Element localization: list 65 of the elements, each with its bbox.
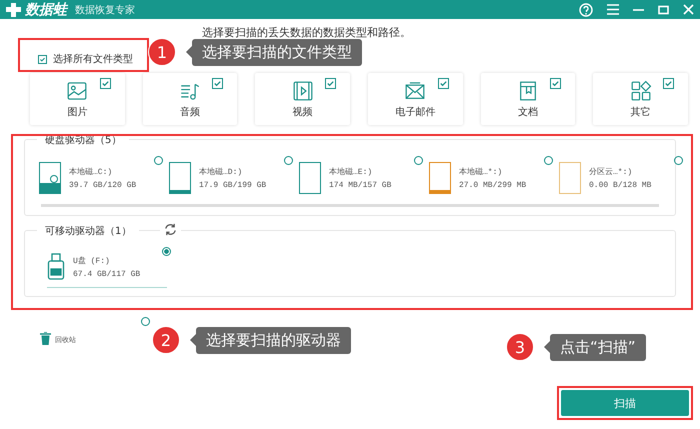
drive-size: 17.9 GB/199 GB <box>199 181 266 190</box>
system-badge-icon <box>50 175 58 184</box>
file-type-card[interactable]: 其它 <box>593 73 688 125</box>
step-number-badge: 2 <box>152 326 180 354</box>
file-type-label: 图片 <box>67 106 88 118</box>
radio-button[interactable] <box>674 156 683 165</box>
checkbox[interactable] <box>438 78 449 89</box>
image-icon <box>66 80 88 102</box>
file-type-card[interactable]: 文档 <box>480 73 576 125</box>
radio-button[interactable] <box>544 156 553 165</box>
drive-size: 0.00 B/128 MB <box>589 181 652 190</box>
callout-pointer <box>190 334 196 346</box>
checkbox[interactable] <box>550 78 562 89</box>
instruction-text: 选择要扫描的丢失数据的数据类型和路径。 <box>201 26 412 41</box>
group-title: 可移动驱动器（1） <box>37 224 140 238</box>
radio-button[interactable] <box>284 156 293 165</box>
other-icon <box>630 80 652 102</box>
checkbox[interactable] <box>100 78 111 89</box>
video-icon <box>292 80 314 102</box>
file-type-card[interactable]: 音频 <box>142 73 238 125</box>
radio-button[interactable] <box>162 247 171 256</box>
drive-name: 本地磁…E:) <box>329 166 374 177</box>
drive-name: 本地磁…D:) <box>199 166 244 177</box>
step-number-badge: 1 <box>148 38 176 66</box>
file-type-label: 其它 <box>630 106 651 118</box>
app-name: 数据蛙 <box>25 0 67 18</box>
drive-name: 分区云…*:) <box>589 166 634 177</box>
app-subtitle: 数据恢复专家 <box>75 4 135 16</box>
file-type-label: 音频 <box>180 106 200 118</box>
drive-name: 本地磁…C:) <box>69 166 114 177</box>
drive-size: 39.7 GB/120 GB <box>69 181 136 190</box>
callout-text: 点击“扫描” <box>550 334 646 360</box>
drive-size: 27.0 MB/299 MB <box>459 181 526 190</box>
file-type-label: 电子邮件 <box>395 106 436 118</box>
close-icon[interactable] <box>683 4 694 15</box>
drive-size: 174 MB/157 GB <box>329 181 392 190</box>
drive-size: 67.4 GB/117 GB <box>73 270 140 279</box>
callout-pointer <box>186 46 192 58</box>
step-number-badge: 3 <box>506 333 534 361</box>
radio-button[interactable] <box>141 317 150 326</box>
file-type-card[interactable]: 电子邮件 <box>368 73 463 125</box>
file-type-card[interactable]: 图片 <box>30 73 125 125</box>
help-icon[interactable] <box>579 2 593 16</box>
usb-drive-icon <box>47 253 65 281</box>
drive-name: U盘 (F:) <box>73 256 111 266</box>
checkbox[interactable] <box>212 78 224 89</box>
checkbox[interactable] <box>325 78 336 89</box>
radio-button[interactable] <box>414 156 423 165</box>
callout-text: 选择要扫描的驱动器 <box>196 326 351 354</box>
file-type-label: 文档 <box>518 106 538 118</box>
menu-icon[interactable] <box>607 4 619 15</box>
checkbox[interactable] <box>663 78 674 89</box>
email-icon <box>404 80 426 102</box>
select-all-label: 选择所有文件类型 <box>53 52 133 66</box>
callout-pointer <box>544 341 550 353</box>
radio-button[interactable] <box>154 156 163 165</box>
maximize-icon[interactable] <box>658 4 669 14</box>
checkbox[interactable] <box>38 54 47 64</box>
file-type-card[interactable]: 视频 <box>255 73 350 125</box>
trash-icon <box>40 332 51 345</box>
scroll-bar[interactable] <box>41 204 659 207</box>
callout-text: 选择要扫描的文件类型 <box>192 38 362 66</box>
cross-logo-icon <box>6 2 22 16</box>
drive-name: 本地磁…*:) <box>459 166 504 177</box>
file-type-label: 视频 <box>292 106 313 118</box>
